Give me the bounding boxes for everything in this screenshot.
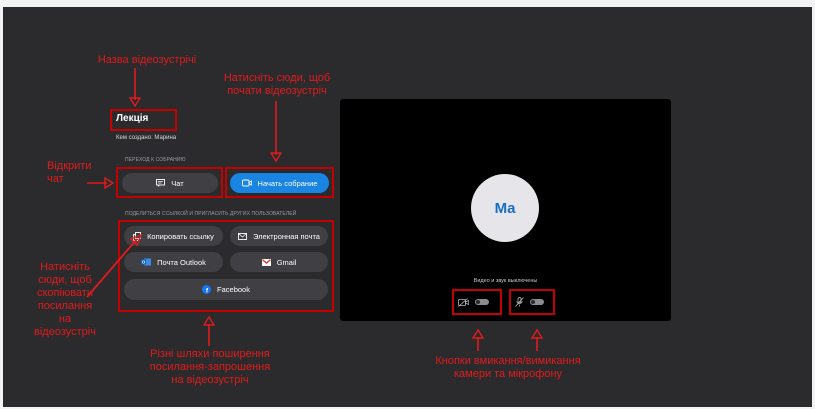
annotation-share-ways: Різні шляхи поширення посилання-запрошен… <box>149 348 271 386</box>
video-preview-panel: Ma Видео и звук выключены <box>340 99 671 321</box>
avatar: Ma <box>471 174 539 242</box>
annotation-camera-mic: Кнопки вмикання/вимикання камери та мікр… <box>435 355 581 380</box>
mic-off-icon <box>515 297 524 307</box>
camera-off-icon <box>458 297 469 307</box>
av-status-text: Видео и звук выключены <box>473 278 538 284</box>
mic-toggle[interactable] <box>515 295 551 309</box>
arrow-up-share <box>202 315 216 346</box>
app-screen: Назва відеозустрічі Лекція Кем создано: … <box>3 7 812 407</box>
arrow-up-mic <box>530 328 544 351</box>
camera-toggle[interactable] <box>458 295 496 309</box>
camera-switch[interactable] <box>475 299 489 305</box>
arrow-up-camera <box>471 328 485 351</box>
mic-switch[interactable] <box>530 299 544 305</box>
